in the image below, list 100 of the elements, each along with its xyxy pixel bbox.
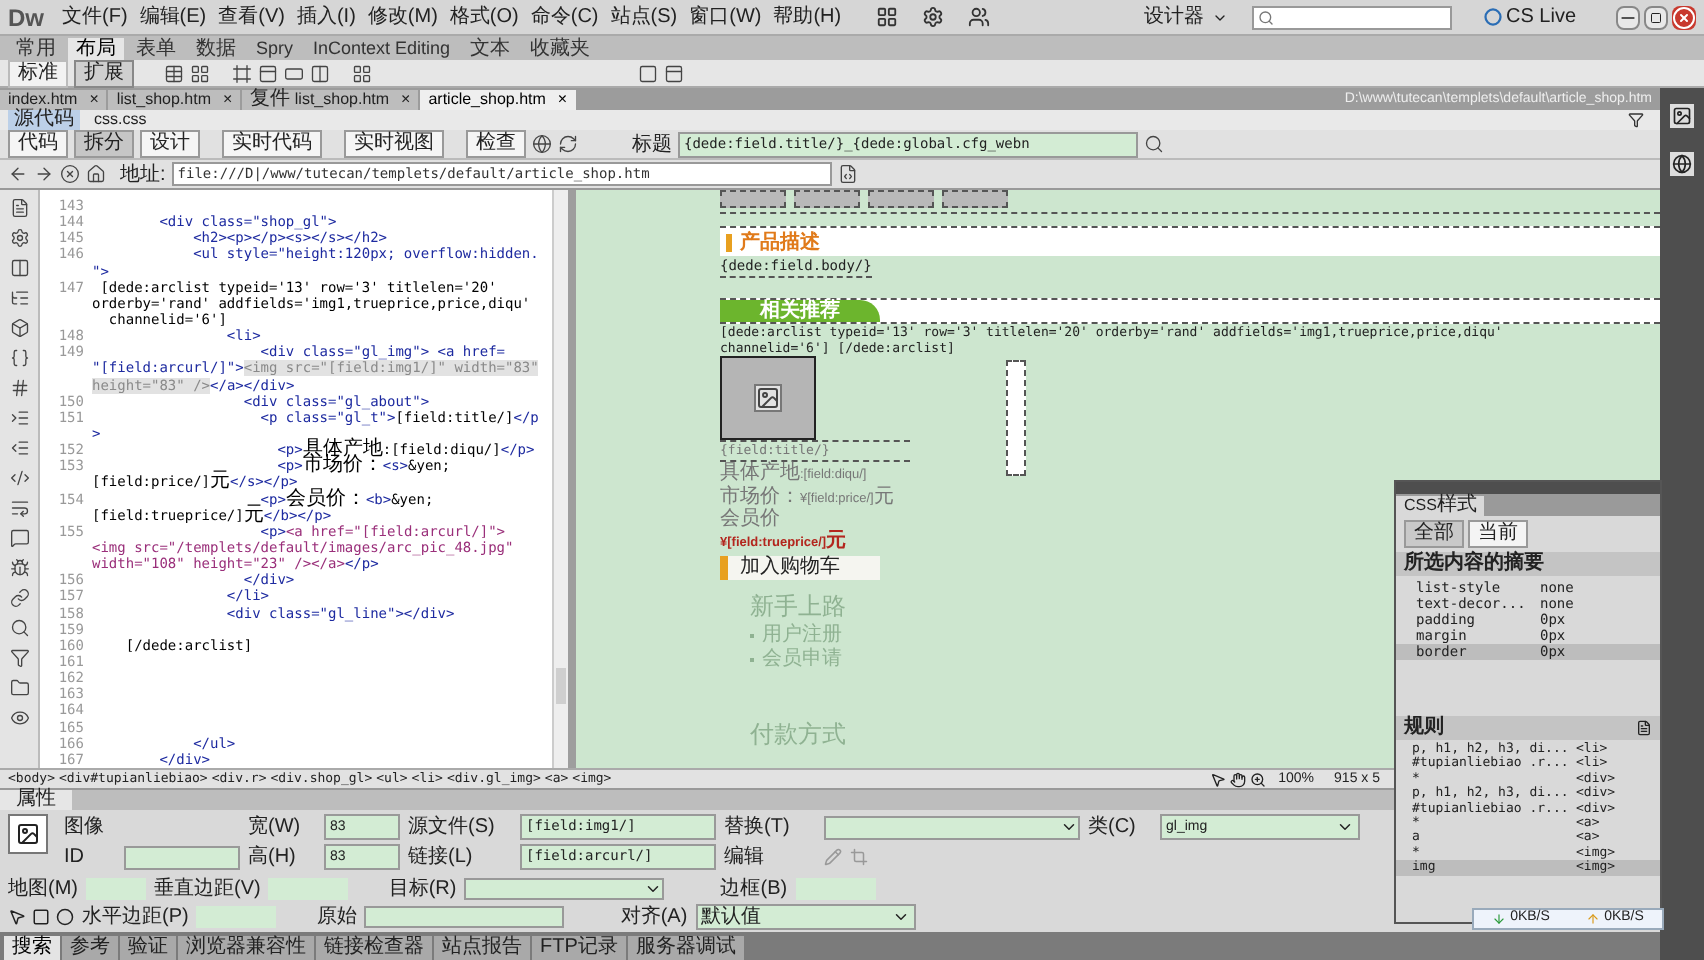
box-icon[interactable] xyxy=(9,318,29,338)
tab-close-glyph[interactable]: × xyxy=(401,90,411,110)
css-mode-tab[interactable]: 全部 xyxy=(1404,520,1464,548)
panel-tab[interactable]: 属性 xyxy=(0,790,72,810)
users-icon[interactable] xyxy=(967,6,990,28)
outdent-icon[interactable] xyxy=(9,438,29,458)
related-file-link[interactable]: 源代码 xyxy=(8,110,80,130)
stop-icon[interactable] xyxy=(60,164,80,184)
panel-tab[interactable]: 服务器调试 xyxy=(627,936,744,960)
panel-tab[interactable]: 搜索 xyxy=(4,936,60,960)
menu-item[interactable]: 帮助(H) xyxy=(771,7,844,27)
layout-mode-button[interactable]: 扩展 xyxy=(74,59,134,87)
view-button[interactable]: 设计 xyxy=(140,130,200,158)
tab-close-glyph[interactable]: × xyxy=(223,90,233,110)
panel-icon[interactable] xyxy=(258,63,278,83)
live-view-button[interactable]: 实时视图 xyxy=(344,130,444,158)
panel-title[interactable]: CSS样式 xyxy=(1396,496,1485,516)
code-icon[interactable] xyxy=(9,468,29,488)
panel-tab[interactable]: 站点报告 xyxy=(434,936,530,960)
home-icon[interactable] xyxy=(86,164,106,184)
table-icon[interactable] xyxy=(164,63,184,83)
original-field[interactable] xyxy=(364,906,565,928)
eye-icon[interactable] xyxy=(9,708,29,728)
menu-item[interactable]: 查看(V) xyxy=(216,7,287,27)
forward-icon[interactable] xyxy=(34,164,54,184)
menu-item[interactable]: 窗口(W) xyxy=(687,7,764,27)
insert-tab[interactable]: 布局 xyxy=(68,38,124,60)
search-field[interactable] xyxy=(1251,5,1452,29)
related-file-link[interactable]: css.css xyxy=(88,110,153,130)
id-field[interactable] xyxy=(124,845,240,869)
comment-icon[interactable] xyxy=(9,528,29,548)
columns-icon[interactable] xyxy=(310,63,330,83)
insert-tab[interactable]: 常用 xyxy=(8,38,64,60)
back-icon[interactable] xyxy=(8,164,28,184)
workspace-switcher[interactable]: 设计器 xyxy=(1143,7,1228,27)
frame-icon[interactable] xyxy=(232,63,252,83)
insert-tab[interactable]: 表单 xyxy=(128,38,184,60)
search-icon[interactable] xyxy=(9,618,29,638)
document-tab[interactable]: article_shop.htm × xyxy=(420,90,576,110)
link-icon[interactable] xyxy=(9,588,29,608)
live-view-button[interactable]: 检查 xyxy=(466,130,526,158)
wrap-icon[interactable] xyxy=(9,498,29,518)
circle-hotspot-icon[interactable] xyxy=(56,908,74,926)
rectangle-hotspot-icon[interactable] xyxy=(32,908,50,926)
panel-tab[interactable]: 浏览器兼容性 xyxy=(178,936,314,960)
grid-icon[interactable] xyxy=(352,63,372,83)
view-button[interactable]: 代码 xyxy=(8,130,68,158)
columns-icon[interactable] xyxy=(9,258,29,278)
pointer-icon[interactable] xyxy=(1210,771,1227,787)
zoom-icon[interactable] xyxy=(1250,771,1267,787)
tree-icon[interactable] xyxy=(9,288,29,308)
insert-tab[interactable]: 收藏夹 xyxy=(522,38,599,60)
globe-icon[interactable] xyxy=(532,134,552,154)
menu-item[interactable]: 站点(S) xyxy=(608,7,680,27)
settings-icon[interactable] xyxy=(921,6,944,28)
document-tab[interactable]: 复件 list_shop.htm × xyxy=(242,90,419,110)
layout-mode-button[interactable]: 标准 xyxy=(8,59,68,87)
refresh-icon[interactable] xyxy=(558,134,578,154)
panel-tab[interactable]: FTP记录 xyxy=(532,936,626,960)
square-icon[interactable] xyxy=(638,63,658,83)
menu-item[interactable]: 文件(F) xyxy=(60,7,130,27)
insert-tab[interactable]: 文本 xyxy=(462,38,519,60)
panel-tab[interactable]: 参考 xyxy=(62,936,118,960)
filter-icon[interactable] xyxy=(1628,112,1644,128)
document-icon[interactable] xyxy=(837,164,858,184)
document-icon[interactable] xyxy=(1636,720,1652,736)
insert-tab[interactable]: 数据 xyxy=(188,38,244,60)
indent-icon[interactable] xyxy=(9,408,29,428)
image-placeholder[interactable] xyxy=(720,356,816,440)
tab-close-glyph[interactable]: × xyxy=(557,90,568,110)
code-editor[interactable] xyxy=(40,190,552,768)
menu-item[interactable]: 格式(O) xyxy=(447,7,521,27)
hash-icon[interactable] xyxy=(9,378,29,398)
filter-icon[interactable] xyxy=(9,648,29,668)
image-icon[interactable] xyxy=(1670,104,1694,128)
minimize-icon[interactable] xyxy=(1616,5,1640,29)
braces-icon[interactable] xyxy=(9,348,29,368)
panel-tab[interactable]: 链接检查器 xyxy=(316,936,432,960)
align-dropdown[interactable]: 默认值 xyxy=(695,904,916,930)
pointer-icon[interactable] xyxy=(8,908,26,926)
menu-item[interactable]: 编辑(E) xyxy=(137,7,209,27)
menu-item[interactable]: 命令(C) xyxy=(528,7,601,27)
document-tab[interactable]: list_shop.htm × xyxy=(108,90,241,110)
insert-tab[interactable]: Spry xyxy=(248,38,302,60)
cs-live-button[interactable]: CS Live xyxy=(1483,7,1576,27)
layout-icon[interactable] xyxy=(875,6,898,28)
view-button[interactable]: 拆分 xyxy=(74,130,134,158)
globe-icon[interactable] xyxy=(1670,152,1694,176)
live-view-button[interactable]: 实时代码 xyxy=(222,130,322,158)
grid-icon[interactable] xyxy=(190,63,210,83)
folder-icon[interactable] xyxy=(9,678,29,698)
vertical-scrollbar[interactable] xyxy=(552,190,568,768)
insert-tab[interactable]: InContext Editing xyxy=(305,38,459,60)
add-to-cart-button[interactable]: 加入购物车 xyxy=(720,556,880,580)
menu-item[interactable]: 修改(M) xyxy=(365,7,440,27)
tab-close-glyph[interactable]: × xyxy=(89,90,99,110)
panel-tab[interactable]: 验证 xyxy=(120,936,176,960)
rectangle-icon[interactable] xyxy=(284,63,304,83)
document-tab[interactable]: index.htm × xyxy=(0,90,107,110)
css-mode-tab[interactable]: 当前 xyxy=(1468,520,1528,548)
